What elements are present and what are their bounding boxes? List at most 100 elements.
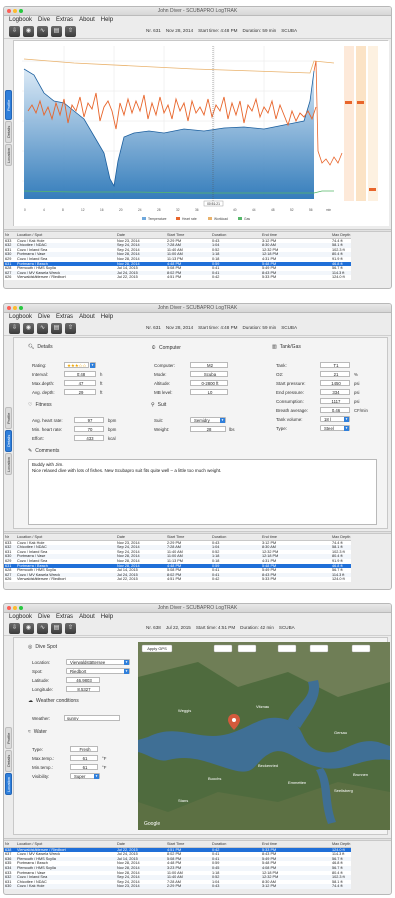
weight-field[interactable]: 28 xyxy=(190,426,226,432)
menu-extras[interactable]: Extras xyxy=(56,614,73,620)
menu-help[interactable]: Help xyxy=(101,314,113,320)
tab-location[interactable]: Location xyxy=(5,773,12,795)
statistics-icon[interactable]: ▤ xyxy=(51,322,62,334)
col-max-depth[interactable]: Max Depth xyxy=(331,233,352,239)
export-icon[interactable]: ⇧ xyxy=(65,322,76,334)
menu-logbook[interactable]: Logbook xyxy=(9,614,32,620)
tab-details[interactable]: Details xyxy=(5,430,12,452)
dive-computer-icon[interactable]: ◉ xyxy=(23,322,34,334)
table-row[interactable]: 630 Cozo / Kak Hole Nov 23, 2014 2:29 PM 0:4… xyxy=(4,884,352,889)
menu-help[interactable]: Help xyxy=(101,614,113,620)
statistics-icon[interactable]: ▤ xyxy=(51,622,62,634)
menu-dive[interactable]: Dive xyxy=(38,614,50,620)
avg-depth-field[interactable]: 29 xyxy=(64,389,96,395)
mode-field[interactable]: Scuba xyxy=(190,371,228,377)
altitude-field[interactable]: 0-2800 ft xyxy=(190,380,228,386)
menu-bar: Logbook Dive Extras About Help xyxy=(4,613,391,621)
visibility-select[interactable]: Super ▾ xyxy=(70,773,100,779)
tank-type-select[interactable]: Steel ▾ xyxy=(320,425,350,431)
max-depth-field[interactable]: 47 xyxy=(64,380,96,386)
start-pressure-unit: psi xyxy=(354,381,360,386)
max-temp-field[interactable]: 61 xyxy=(70,755,98,761)
table-row[interactable]: 626 Vierwaldstättersee / Riedbort Jul 22, … xyxy=(4,577,351,582)
o2-field[interactable]: 21 xyxy=(320,371,350,377)
tank-volume-select[interactable]: 18 l ▾ xyxy=(320,416,350,422)
profile-icon[interactable]: ∿ xyxy=(37,25,48,37)
dive-computer-icon[interactable]: ◉ xyxy=(23,25,34,37)
rating-stepper[interactable]: ▾ xyxy=(90,362,96,368)
map-longitude-stepper[interactable] xyxy=(237,644,257,653)
tab-profile[interactable]: Profile xyxy=(5,90,12,120)
longitude-field[interactable]: 8.5327 xyxy=(66,686,100,692)
computer-field[interactable]: M2 xyxy=(190,362,228,368)
menu-logbook[interactable]: Logbook xyxy=(9,17,32,23)
comments-textarea[interactable]: Buddy with Jim. Nice relaxed dive with l… xyxy=(28,459,377,525)
latitude-field[interactable]: 46.9803 xyxy=(66,677,100,683)
breath-average-field[interactable]: 0.46 xyxy=(320,407,350,413)
chevron-down-icon: ▾ xyxy=(124,669,129,674)
suit-select[interactable]: Semidry ▾ xyxy=(190,417,226,423)
split-divider[interactable] xyxy=(4,838,391,841)
x-tick: 16 xyxy=(100,208,104,212)
split-divider[interactable] xyxy=(4,229,391,232)
table-row[interactable]: 626 Vierwaldstättersee / Riedbort Jul 22, … xyxy=(4,275,351,280)
effort-field[interactable]: 433 xyxy=(74,435,104,441)
end-pressure-field[interactable]: 334 xyxy=(320,389,350,395)
map-latitude-stepper[interactable] xyxy=(213,644,233,653)
menu-about[interactable]: About xyxy=(79,314,95,320)
menu-extras[interactable]: Extras xyxy=(56,314,73,320)
tab-details[interactable]: Details xyxy=(5,750,12,772)
weather-field[interactable]: sunny xyxy=(64,715,120,721)
menu-dive[interactable]: Dive xyxy=(38,314,50,320)
tab-location[interactable]: Location xyxy=(5,453,12,475)
import-icon[interactable]: ⇩ xyxy=(9,622,20,634)
mb-level-field[interactable]: L0 xyxy=(190,389,228,395)
water-type-field[interactable]: Fresh xyxy=(70,746,98,752)
import-icon[interactable]: ⇩ xyxy=(9,25,20,37)
menu-about[interactable]: About xyxy=(79,614,95,620)
tab-details[interactable]: Details xyxy=(5,121,12,143)
tab-profile[interactable]: Profile xyxy=(5,727,12,749)
google-logo: Google xyxy=(144,821,160,827)
import-icon[interactable]: ⇩ xyxy=(9,322,20,334)
satellite-map[interactable]: Weggis Vitznau Gersau Brunnen Beckenried… xyxy=(138,642,390,830)
menu-about[interactable]: About xyxy=(79,17,95,23)
profile-icon[interactable]: ∿ xyxy=(37,322,48,334)
interval-field[interactable]: 0:48 xyxy=(64,371,96,377)
rating-stars[interactable]: ★★★☆☆ xyxy=(64,362,89,368)
menu-bar: Logbook Dive Extras About Help xyxy=(4,16,391,24)
tab-profile[interactable]: Profile xyxy=(5,407,12,429)
tank-field[interactable]: T1 xyxy=(320,362,350,368)
col-max-depth[interactable]: Max Depth xyxy=(331,535,352,541)
min-temp-field[interactable]: 61 xyxy=(70,764,98,770)
tab-location[interactable]: Location xyxy=(5,144,12,166)
menu-bar: Logbook Dive Extras About Help xyxy=(4,313,391,321)
menu-help[interactable]: Help xyxy=(101,17,113,23)
location-select[interactable]: Vierwaldstättersee ▾ xyxy=(66,659,130,665)
start-pressure-field[interactable]: 1450 xyxy=(320,380,350,386)
split-divider[interactable] xyxy=(4,531,391,534)
map-view[interactable]: Weggis Vitznau Gersau Brunnen Beckenried… xyxy=(138,642,390,830)
map-zoom-stepper[interactable] xyxy=(277,644,297,653)
weather-heading: ☁︎ Weather conditions xyxy=(28,698,79,704)
map-layer-stepper[interactable] xyxy=(351,644,371,653)
time-marker-label: 00:51:21 xyxy=(207,202,220,206)
export-icon[interactable]: ⇧ xyxy=(65,622,76,634)
statistics-icon[interactable]: ▤ xyxy=(51,25,62,37)
dive-computer-icon[interactable]: ◉ xyxy=(23,622,34,634)
consumption-field[interactable]: 1117 xyxy=(320,398,350,404)
export-icon[interactable]: ⇧ xyxy=(65,25,76,37)
min-heart-rate-field[interactable]: 70 xyxy=(74,426,104,432)
dive-profile-chart[interactable]: 00:51:21 0 4 8 12 16 20 24 28 32 36 40 4… xyxy=(14,41,389,226)
consumption-label: Consumption: xyxy=(276,399,304,404)
menu-extras[interactable]: Extras xyxy=(56,17,73,23)
profile-icon[interactable]: ∿ xyxy=(37,622,48,634)
water-type-label: Type: xyxy=(32,747,44,752)
menu-logbook[interactable]: Logbook xyxy=(9,314,32,320)
col-max-depth[interactable]: Max Depth xyxy=(331,842,352,848)
spot-select[interactable]: Riedbort ▾ xyxy=(66,668,130,674)
menu-dive[interactable]: Dive xyxy=(38,17,50,23)
map-type-stepper[interactable] xyxy=(309,644,329,653)
avg-heart-rate-field[interactable]: 97 xyxy=(74,417,104,423)
side-tabs: Profile Details Location xyxy=(5,40,12,167)
